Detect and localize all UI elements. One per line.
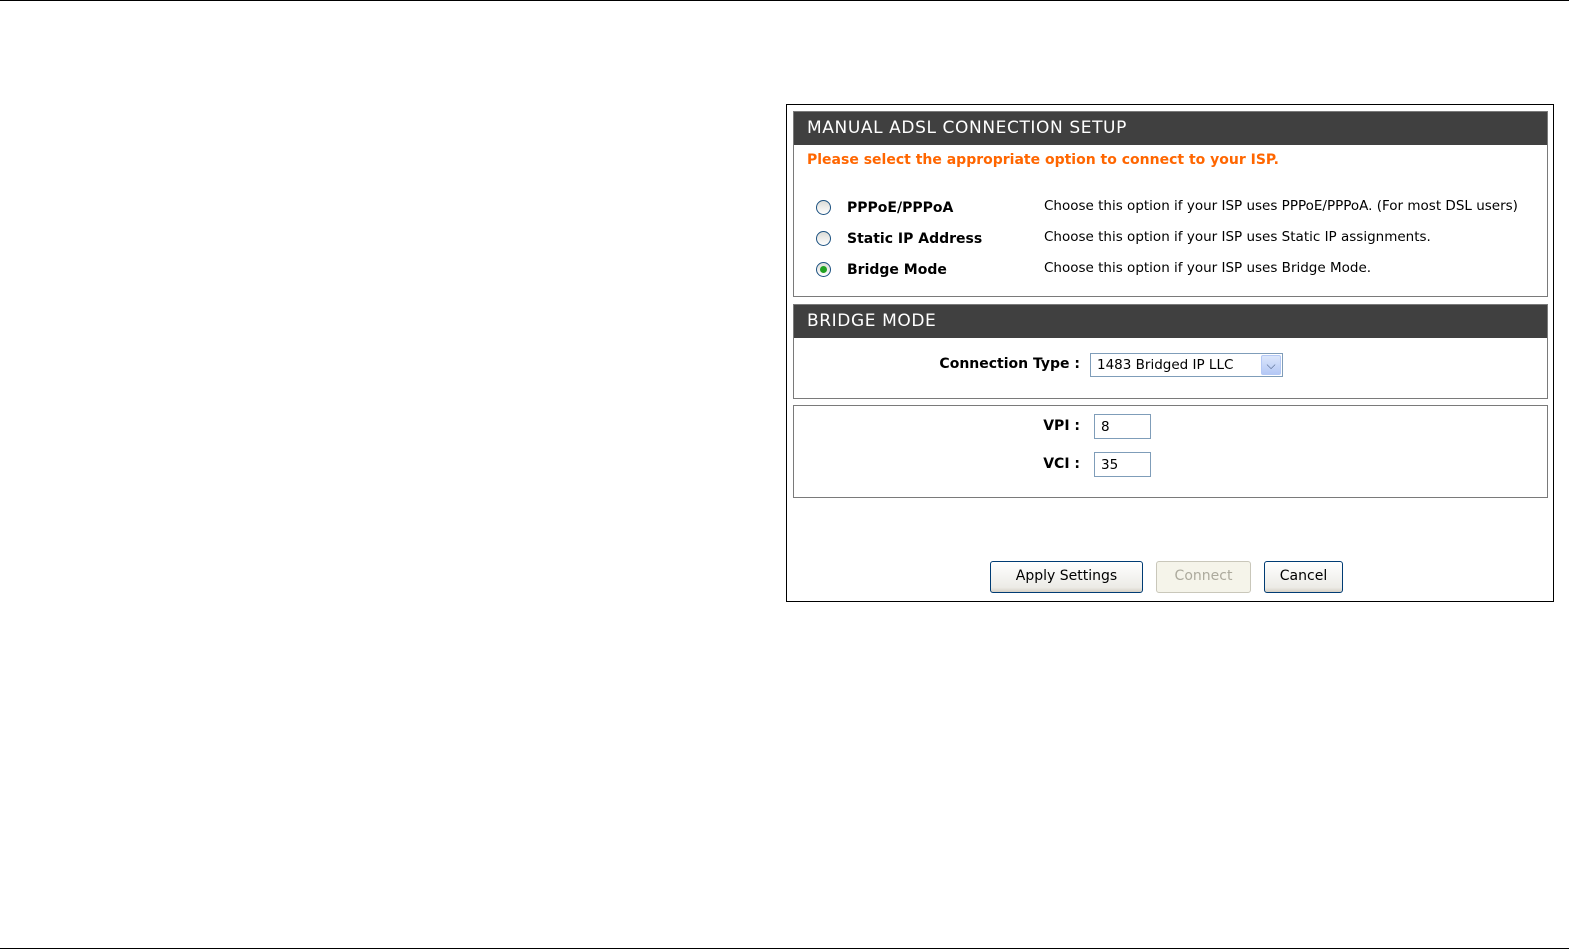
page-bottom-rule	[0, 948, 1569, 949]
static-ip-label[interactable]: Static IP Address	[847, 231, 982, 247]
static-ip-radio[interactable]	[816, 231, 831, 246]
atm-settings-section: VPI : 8 VCI : 35	[793, 405, 1548, 498]
connection-type-value: 1483 Bridged IP LLC	[1097, 357, 1234, 373]
vci-input[interactable]: 35	[1094, 452, 1151, 477]
connection-type-label: Connection Type :	[939, 356, 1080, 372]
bridge-mode-section: BRIDGE MODE Connection Type : 1483 Bridg…	[793, 304, 1548, 399]
vpi-label: VPI :	[1043, 418, 1080, 434]
page-top-rule	[0, 0, 1569, 1]
pppoe-radio[interactable]	[816, 200, 831, 215]
pppoe-description: Choose this option if your ISP uses PPPo…	[1044, 198, 1518, 214]
bridge-mode-description: Choose this option if your ISP uses Brid…	[1044, 260, 1372, 276]
bridge-mode-label[interactable]: Bridge Mode	[847, 262, 947, 278]
connection-setup-section: MANUAL ADSL CONNECTION SETUP Please sele…	[793, 111, 1548, 297]
bridge-mode-header: BRIDGE MODE	[794, 305, 1547, 338]
connect-button[interactable]: Connect	[1156, 561, 1251, 593]
pppoe-label[interactable]: PPPoE/PPPoA	[847, 200, 953, 216]
static-ip-description: Choose this option if your ISP uses Stat…	[1044, 229, 1431, 245]
option-static-ip-row[interactable]: Static IP Address Choose this option if …	[816, 229, 1536, 253]
vci-label: VCI :	[1043, 456, 1080, 472]
isp-instruction-text: Please select the appropriate option to …	[807, 152, 1279, 168]
apply-settings-button[interactable]: Apply Settings	[990, 561, 1143, 593]
cancel-button[interactable]: Cancel	[1264, 561, 1343, 593]
radio-selected-dot	[820, 266, 827, 273]
connection-setup-header: MANUAL ADSL CONNECTION SETUP	[794, 112, 1547, 145]
option-pppoe-row[interactable]: PPPoE/PPPoA Choose this option if your I…	[816, 198, 1536, 222]
adsl-setup-panel: MANUAL ADSL CONNECTION SETUP Please sele…	[786, 104, 1554, 602]
connection-type-row: Connection Type : 1483 Bridged IP LLC ⌵	[794, 339, 1547, 397]
connection-type-select[interactable]: 1483 Bridged IP LLC ⌵	[1090, 353, 1283, 377]
option-bridge-mode-row[interactable]: Bridge Mode Choose this option if your I…	[816, 260, 1536, 284]
vpi-input[interactable]: 8	[1094, 414, 1151, 439]
chevron-down-icon[interactable]: ⌵	[1261, 355, 1281, 375]
bridge-mode-radio[interactable]	[816, 262, 831, 277]
